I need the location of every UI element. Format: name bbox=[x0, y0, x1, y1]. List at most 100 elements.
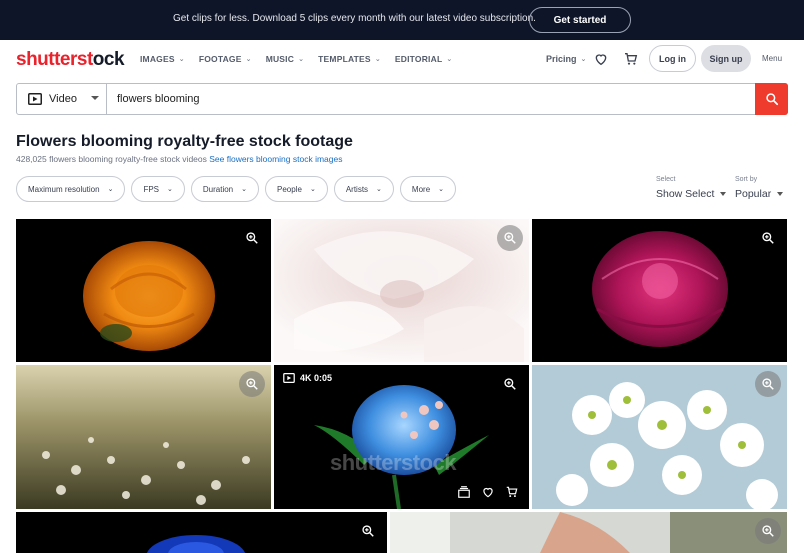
chevron-down-icon: ⌄ bbox=[178, 56, 185, 63]
filter-duration[interactable]: Duration ⌄ bbox=[190, 176, 260, 202]
chevron-down-icon: ⌄ bbox=[309, 186, 316, 193]
orange-rose-thumbnail bbox=[83, 241, 215, 351]
zoom-button[interactable] bbox=[239, 371, 265, 397]
chevron-down-icon: ⌄ bbox=[446, 56, 453, 63]
top-nav: shutterstock IMAGES ⌄ FOOTAGE ⌄ MUSIC ⌄ TEM… bbox=[0, 40, 804, 80]
zoom-button[interactable] bbox=[755, 371, 781, 397]
promo-bar: Get clips for less. Download 5 clips eve… bbox=[0, 0, 804, 40]
zoom-in-icon bbox=[504, 378, 516, 390]
zoom-button[interactable] bbox=[239, 225, 265, 251]
see-images-link[interactable]: See flowers blooming stock images bbox=[209, 154, 342, 164]
video-tile[interactable] bbox=[390, 512, 787, 553]
zoom-in-icon bbox=[762, 525, 774, 537]
chevron-down-icon: ⌄ bbox=[167, 186, 173, 193]
select-value: Show Select bbox=[656, 188, 727, 200]
video-tile[interactable] bbox=[16, 219, 271, 362]
caret-down-icon bbox=[720, 192, 727, 196]
zoom-in-icon bbox=[762, 232, 774, 244]
video-icon bbox=[28, 93, 42, 105]
search-icon bbox=[765, 93, 778, 106]
nav-music-label: MUSIC bbox=[265, 54, 295, 64]
tile-actions bbox=[457, 485, 519, 499]
show-select-dropdown[interactable]: Select Show Select bbox=[656, 176, 727, 200]
zoom-in-icon bbox=[246, 378, 258, 390]
media-type-label: Video bbox=[49, 93, 77, 105]
search-bar: Video bbox=[16, 83, 788, 115]
shutterstock-logo[interactable]: shutterstock bbox=[16, 49, 125, 71]
video-tile[interactable] bbox=[16, 365, 271, 509]
hand-flowers-thumbnail bbox=[390, 512, 787, 553]
zoom-in-icon bbox=[246, 232, 258, 244]
nav-editorial[interactable]: EDITORIAL ⌄ bbox=[395, 54, 453, 64]
logo-text-part2: ck bbox=[103, 49, 125, 70]
zoom-button[interactable] bbox=[497, 371, 523, 397]
video-tile[interactable] bbox=[274, 219, 529, 362]
zoom-button[interactable] bbox=[355, 518, 381, 544]
magenta-peony-thumbnail bbox=[592, 231, 728, 347]
white-petals-thumbnail bbox=[274, 219, 529, 362]
zoom-in-icon bbox=[762, 378, 774, 390]
video-tile[interactable] bbox=[16, 512, 387, 553]
search-input[interactable] bbox=[117, 91, 717, 107]
meadow-thumbnail bbox=[16, 365, 271, 509]
video-tile[interactable] bbox=[532, 365, 787, 509]
zoom-button[interactable] bbox=[755, 225, 781, 251]
menu-button[interactable]: Menu bbox=[762, 54, 782, 63]
logo-o: o bbox=[92, 49, 105, 70]
get-started-button[interactable]: Get started bbox=[529, 7, 631, 33]
heart-icon[interactable] bbox=[481, 485, 495, 499]
chevron-down-icon: ⌄ bbox=[241, 186, 248, 193]
results-count: 428,025 flowers blooming royalty-free st… bbox=[16, 154, 342, 164]
results-count-text: 428,025 flowers blooming royalty-free st… bbox=[16, 154, 207, 164]
video-tile[interactable] bbox=[532, 219, 787, 362]
zoom-in-icon bbox=[362, 525, 374, 537]
heart-icon[interactable] bbox=[593, 51, 609, 67]
pricing-label: Pricing bbox=[546, 54, 577, 64]
chevron-down-icon: ⌄ bbox=[376, 186, 382, 193]
zoom-button[interactable] bbox=[755, 518, 781, 544]
nav-footage[interactable]: FOOTAGE ⌄ bbox=[199, 54, 252, 64]
nav-images[interactable]: IMAGES ⌄ bbox=[140, 54, 185, 64]
nav-editorial-label: EDITORIAL bbox=[394, 54, 443, 64]
signup-button[interactable]: Sign up bbox=[701, 45, 751, 72]
nav-templates[interactable]: TEMPLATES ⌄ bbox=[318, 54, 381, 64]
page-title: Flowers blooming royalty-free stock foot… bbox=[16, 133, 353, 150]
filter-label: People bbox=[277, 184, 302, 194]
login-button[interactable]: Log in bbox=[649, 45, 696, 72]
pricing-menu[interactable]: Pricing ⌄ bbox=[546, 54, 586, 64]
cart-icon[interactable] bbox=[505, 485, 519, 499]
logo-text-part1: shutterst bbox=[16, 49, 93, 70]
filter-label: More bbox=[411, 184, 431, 194]
nav-templates-label: TEMPLATES bbox=[318, 54, 371, 64]
filter-more[interactable]: More ⌄ bbox=[399, 176, 457, 202]
select-caption: Select bbox=[656, 176, 676, 183]
sort-caption: Sort by bbox=[735, 176, 758, 183]
chevron-down-icon: ⌄ bbox=[438, 186, 445, 193]
sort-value-label: Popular bbox=[735, 188, 772, 200]
media-type-dropdown[interactable]: Video bbox=[17, 84, 107, 114]
cart-icon[interactable] bbox=[623, 51, 639, 67]
zoom-in-icon bbox=[504, 232, 516, 244]
sort-value: Popular bbox=[735, 188, 784, 200]
video-duration: 4K 0:05 bbox=[300, 373, 333, 383]
blue-flower-thumbnail bbox=[146, 535, 246, 553]
video-tile-hovered[interactable]: 4K 0:05 shutterstock bbox=[274, 365, 529, 509]
watermark-text: shutterstock bbox=[330, 450, 457, 475]
filter-label: Artists bbox=[345, 184, 369, 194]
collection-icon[interactable] bbox=[457, 485, 471, 499]
search-submit-button[interactable] bbox=[755, 83, 788, 115]
chevron-down-icon: ⌄ bbox=[107, 186, 114, 193]
filter-label: FPS bbox=[143, 184, 160, 194]
filter-people[interactable]: People ⌄ bbox=[265, 176, 328, 202]
filter-bar: Maximum resolution ⌄ FPS ⌄ Duration ⌄ Peopl… bbox=[16, 176, 462, 202]
zoom-button[interactable] bbox=[497, 225, 523, 251]
video-badge: 4K 0:05 bbox=[283, 373, 332, 383]
filter-fps[interactable]: FPS ⌄ bbox=[131, 176, 185, 202]
sort-by-dropdown[interactable]: Sort by Popular bbox=[735, 176, 784, 200]
caret-down-icon bbox=[91, 96, 99, 100]
chevron-down-icon: ⌄ bbox=[374, 56, 381, 63]
filter-artists[interactable]: Artists ⌄ bbox=[333, 176, 394, 202]
nav-images-label: IMAGES bbox=[140, 54, 175, 64]
nav-music[interactable]: MUSIC ⌄ bbox=[266, 54, 304, 64]
filter-max-resolution[interactable]: Maximum resolution ⌄ bbox=[16, 176, 126, 202]
